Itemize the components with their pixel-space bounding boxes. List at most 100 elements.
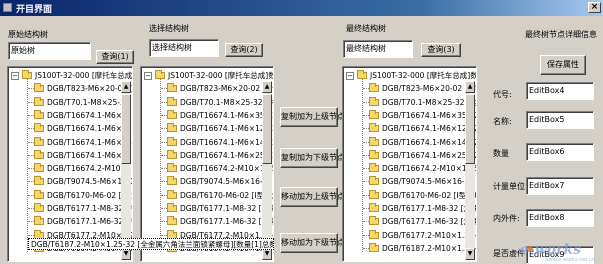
- tree-node-label: DGB/T16674.1-M6×25-32 [六角法兰: [180, 150, 274, 160]
- folder-icon: [167, 163, 177, 173]
- folder-icon: [34, 109, 44, 119]
- panel-2-query-button[interactable]: 查询(2): [225, 43, 263, 57]
- tree-node[interactable]: DGB/T6177.2-M10×1.25-32 [六: [343, 229, 476, 242]
- panel-3-query-button[interactable]: 查询(3): [421, 43, 461, 57]
- tree-node[interactable]: DGB/T6170-M6-02 [I型六角螺母]: [8, 189, 132, 202]
- tree-node[interactable]: DGB/T6170-M6-02 [I型六角螺母]数量: [141, 189, 273, 202]
- tree-node[interactable]: DGB/T823-M6×20-02 [十字槽小盘头: [8, 82, 132, 95]
- tree-node[interactable]: DGB/T16674.2-M10×1.25×30-: [141, 162, 273, 175]
- save-attributes-button[interactable]: 保存属性: [540, 55, 586, 75]
- scroll-thumb[interactable]: [121, 94, 131, 164]
- title-bar: 开目界面 ×: [0, 0, 603, 16]
- tree-node[interactable]: DGB/T6177.1-M8-32 [六角薄螺母: [8, 202, 132, 215]
- collapse-toggle-icon[interactable]: −: [11, 72, 19, 80]
- tree-root-label: JS100T-32-000 [摩托车总成]数量[1]总数量: [370, 71, 477, 80]
- folder-icon: [34, 216, 44, 226]
- close-button[interactable]: ×: [588, 2, 601, 13]
- tree-node[interactable]: DGB/T6187.2-M10×1.25-32 [全金属: [343, 242, 476, 255]
- tree-node[interactable]: DGB/T16674.1-M6×25-32 [六角法兰: [343, 149, 476, 162]
- folder-icon: [34, 123, 44, 133]
- move-as-parent-button[interactable]: 移动加为上级节点: [280, 187, 345, 207]
- folder-icon: [34, 83, 44, 93]
- tree-node[interactable]: DGB/T16674.1-M6×12-32 [六角法: [8, 122, 132, 135]
- tree-node[interactable]: DGB/T16674.1-M6×25-32 [六角法: [8, 149, 132, 162]
- field-input-inner-outer[interactable]: EditBox8: [526, 209, 594, 227]
- field-input-code[interactable]: EditBox4: [526, 82, 594, 100]
- tree-node[interactable]: DGB/T16674.1-M6×35-32 [六角法兰: [343, 109, 476, 122]
- folder-icon: [167, 136, 177, 146]
- scroll-up-icon[interactable]: ▲: [121, 81, 131, 93]
- tree-vertical-scrollbar[interactable]: ▲ ▼: [262, 81, 272, 260]
- tree-node[interactable]: DGB/T16674.1-M6×12-32 [六角法兰: [141, 122, 273, 135]
- tree-root-label: JS100T-32-000 [摩托车总成]数量[1]总数: [168, 71, 273, 80]
- folder-icon: [167, 176, 177, 186]
- folder-icon: [167, 123, 177, 133]
- tree-node-label: DGB/T16674.2-M10×1.25×30-: [180, 164, 273, 174]
- tree-node-label: DGB/T6177.1-M6-32 [六角法兰面螺母: [382, 217, 476, 227]
- scroll-down-icon[interactable]: ▼: [465, 248, 475, 260]
- tree-node[interactable]: DGB/T16674.1-M6×14-32 [六角法兰: [141, 136, 273, 149]
- folder-icon: [369, 203, 379, 212]
- tree-node[interactable]: DGB/T70.1-M8×25-32 [内六角圆柱头: [141, 96, 273, 109]
- scroll-up-icon[interactable]: ▲: [262, 81, 272, 93]
- tree-node[interactable]: DGB/T16674.2-M10×1.25×30-: [8, 162, 132, 175]
- tree-node-label: DGB/T823-M6×20-02 [十字槽小盘头螺: [382, 84, 476, 94]
- tree-node[interactable]: DGB/T6177.1-M8-32 [六角薄螺母: [343, 202, 476, 215]
- tree-node[interactable]: DGB/T9074.5-M6×16-08 [十字槽小: [8, 175, 132, 188]
- tree-node[interactable]: DGB/T16674.1-M6×35-32 [六角法兰: [141, 109, 273, 122]
- tree-node[interactable]: DGB/T6177.1-M8-32 [六角薄螺母: [141, 202, 273, 215]
- folder-icon: [167, 96, 177, 106]
- tree-node[interactable]: DGB/T6170-M6-02 [I型六角螺母]数量: [343, 189, 476, 202]
- tree-node[interactable]: DGB/T6177.1-M6-32 [六角法兰面螺母: [141, 215, 273, 228]
- panel-2-tree[interactable]: − JS100T-32-000 [摩托车总成]数量[1]总数 DGB/T823-M6…: [140, 66, 274, 262]
- tree-node[interactable]: DGB/T6177.1-M6-32 [六角法兰面: [8, 215, 132, 228]
- tree-node[interactable]: DGB/T823-M6×20-02 [十字槽小盘头: [141, 82, 273, 95]
- panel-3-search-input[interactable]: 最终结构树: [343, 40, 413, 58]
- tree-vertical-scrollbar[interactable]: ▲ ▼: [465, 81, 475, 260]
- folder-icon: [167, 149, 177, 159]
- panel-1-tree[interactable]: − JS100T-32-000 [摩托车总成]数量[1]总 DGB/T823-M6×…: [7, 66, 133, 262]
- tree-node[interactable]: DGB/T16674.2-M10×1.25×30-: [343, 162, 476, 175]
- folder-icon: [155, 70, 165, 79]
- tree-node-label: DGB/T70.1-M8×25-32 [内六角圆柱头: [382, 97, 476, 107]
- field-input-unit[interactable]: EditBox7: [526, 177, 594, 195]
- panel-2-search-input[interactable]: 选择结构树: [149, 39, 219, 57]
- tree-node[interactable]: DGB/T16674.1-M6×14-32 [六角法: [8, 136, 132, 149]
- tree-node[interactable]: DGB/T16674.1-M6×14-32 [六角法兰: [343, 136, 476, 149]
- watermark-logo: e-works: [519, 242, 581, 258]
- tree-node[interactable]: DGB/T16674.1-M6×25-32 [六角法兰: [141, 149, 273, 162]
- scroll-up-icon[interactable]: ▲: [465, 81, 475, 93]
- folder-icon: [369, 216, 379, 226]
- field-input-name[interactable]: EditBox5: [526, 111, 594, 129]
- panel-1-query-button[interactable]: 查询(1): [96, 50, 134, 64]
- tree-node[interactable]: DGB/T16674.1-M6×35-32 [六角法: [8, 109, 132, 122]
- folder-icon: [167, 83, 177, 93]
- move-as-child-button[interactable]: 移动加为下级节点: [280, 233, 345, 253]
- tree-node[interactable]: DGB/T16674.1-M6×12-32 [六角法兰: [343, 122, 476, 135]
- tree-node-label: DGB/T70.1-M8×25-32 [内六角圆柱头: [180, 97, 273, 107]
- details-heading: 最终树节点详细信息: [525, 30, 597, 39]
- tree-node[interactable]: DGB/T823-M6×20-02 [十字槽小盘头螺: [343, 82, 476, 95]
- collapse-toggle-icon[interactable]: −: [144, 72, 152, 80]
- tree-node[interactable]: DGB/T9074.5-M6×16-08 [十字槽小: [141, 175, 273, 188]
- copy-as-parent-button[interactable]: 复制加为上级节点: [280, 107, 345, 127]
- field-input-quantity[interactable]: EditBox6: [526, 143, 594, 161]
- tree-root-label: JS100T-32-000 [摩托车总成]数量[1]总: [35, 71, 133, 80]
- tree-node-label: DGB/T9074.5-M6×16-08 [十字槽小盘: [382, 177, 476, 187]
- tree-node[interactable]: DGB/T70.1-M8×25-32 [内六角圆柱: [8, 96, 132, 109]
- tree-node[interactable]: DGB/T6177.1-M6-32 [六角法兰面螺母: [343, 215, 476, 228]
- tree-vertical-scrollbar[interactable]: ▲ ▼: [121, 81, 131, 260]
- panel-1-search-input[interactable]: 原始树: [8, 42, 91, 60]
- folder-icon: [167, 203, 177, 212]
- scroll-thumb[interactable]: [465, 94, 475, 164]
- panel-3-tree[interactable]: − JS100T-32-000 [摩托车总成]数量[1]总数量 DGB/T823-M…: [342, 66, 477, 262]
- folder-icon: [34, 163, 44, 173]
- copy-as-child-button[interactable]: 复制加为下级节点: [280, 148, 345, 168]
- folder-icon: [22, 70, 32, 79]
- scroll-thumb[interactable]: [262, 94, 272, 164]
- tree-node[interactable]: DGB/T70.1-M8×25-32 [内六角圆柱头: [343, 96, 476, 109]
- folder-icon: [369, 123, 379, 133]
- collapse-toggle-icon[interactable]: −: [346, 72, 354, 80]
- folder-icon: [369, 136, 379, 146]
- tree-node[interactable]: DGB/T9074.5-M6×16-08 [十字槽小盘: [343, 175, 476, 188]
